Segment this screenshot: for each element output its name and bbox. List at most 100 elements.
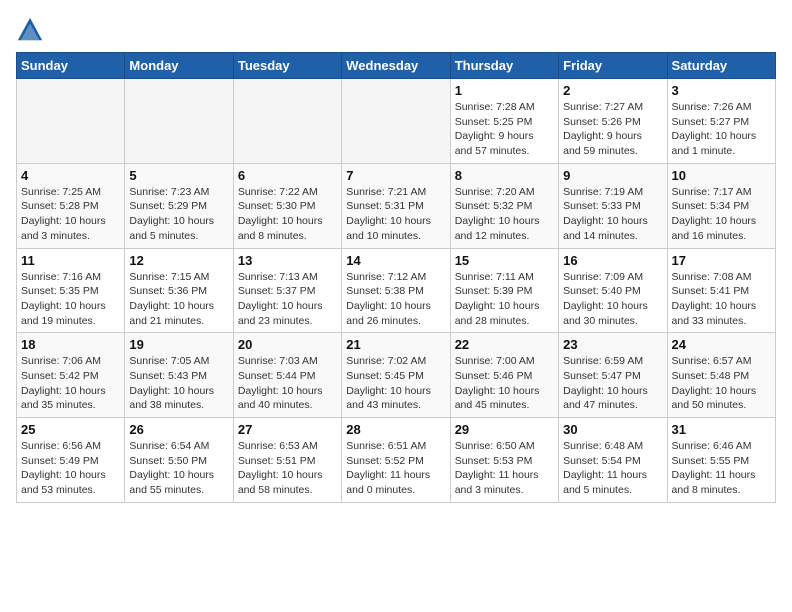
calendar-cell: 4 Sunrise: 7:25 AMSunset: 5:28 PMDaylight… [17, 163, 125, 248]
calendar-cell: 14 Sunrise: 7:12 AMSunset: 5:38 PMDayligh… [342, 248, 450, 333]
calendar-cell: 8Sunrise: 7:20 AMSunset: 5:32 PMDaylight… [450, 163, 558, 248]
day-number: 23 [563, 337, 662, 352]
calendar-cell: 20 Sunrise: 7:03 AMSunset: 5:44 PMDayligh… [233, 333, 341, 418]
calendar-cell: 1 Sunrise: 7:28 AMSunset: 5:25 PMDaylight… [450, 79, 558, 164]
day-info: Sunrise: 7:28 AMSunset: 5:25 PMDaylight:… [455, 100, 554, 159]
day-number: 16 [563, 253, 662, 268]
calendar-cell: 5 Sunrise: 7:23 AMSunset: 5:29 PMDaylight… [125, 163, 233, 248]
day-info: Sunrise: 7:15 AMSunset: 5:36 PMDaylight:… [129, 270, 228, 329]
day-info: Sunrise: 7:19 AMSunset: 5:33 PMDaylight:… [563, 185, 662, 244]
calendar-cell: 11 Sunrise: 7:16 AMSunset: 5:35 PMDayligh… [17, 248, 125, 333]
day-info: Sunrise: 6:48 AMSunset: 5:54 PMDaylight:… [563, 439, 662, 498]
day-info: Sunrise: 7:23 AMSunset: 5:29 PMDaylight:… [129, 185, 228, 244]
week-row: 11 Sunrise: 7:16 AMSunset: 5:35 PMDayligh… [17, 248, 776, 333]
calendar-cell [125, 79, 233, 164]
day-info: Sunrise: 6:54 AMSunset: 5:50 PMDaylight:… [129, 439, 228, 498]
calendar-cell: 29 Sunrise: 6:50 AMSunset: 5:53 PMDayligh… [450, 418, 558, 503]
day-info: Sunrise: 6:59 AMSunset: 5:47 PMDaylight:… [563, 354, 662, 413]
day-info: Sunrise: 7:00 AMSunset: 5:46 PMDaylight:… [455, 354, 554, 413]
day-number: 10 [672, 168, 771, 183]
calendar-cell: 18 Sunrise: 7:06 AMSunset: 5:42 PMDayligh… [17, 333, 125, 418]
day-number: 9 [563, 168, 662, 183]
calendar-cell: 15Sunrise: 7:11 AMSunset: 5:39 PMDayligh… [450, 248, 558, 333]
day-number: 25 [21, 422, 120, 437]
header [16, 16, 776, 44]
day-info: Sunrise: 7:26 AMSunset: 5:27 PMDaylight:… [672, 100, 771, 159]
day-info: Sunrise: 6:46 AMSunset: 5:55 PMDaylight:… [672, 439, 771, 498]
logo [16, 16, 48, 44]
day-info: Sunrise: 7:17 AMSunset: 5:34 PMDaylight:… [672, 185, 771, 244]
day-info: Sunrise: 6:50 AMSunset: 5:53 PMDaylight:… [455, 439, 554, 498]
calendar-cell: 24Sunrise: 6:57 AMSunset: 5:48 PMDayligh… [667, 333, 775, 418]
day-number: 13 [238, 253, 337, 268]
calendar-cell: 31 Sunrise: 6:46 AMSunset: 5:55 PMDayligh… [667, 418, 775, 503]
calendar-cell: 12 Sunrise: 7:15 AMSunset: 5:36 PMDayligh… [125, 248, 233, 333]
calendar-cell: 16 Sunrise: 7:09 AMSunset: 5:40 PMDayligh… [559, 248, 667, 333]
calendar-cell: 25 Sunrise: 6:56 AMSunset: 5:49 PMDayligh… [17, 418, 125, 503]
column-header-monday: Monday [125, 53, 233, 79]
calendar-cell [233, 79, 341, 164]
day-info: Sunrise: 7:06 AMSunset: 5:42 PMDaylight:… [21, 354, 120, 413]
day-number: 1 [455, 83, 554, 98]
day-number: 28 [346, 422, 445, 437]
day-number: 14 [346, 253, 445, 268]
day-info: Sunrise: 7:27 AMSunset: 5:26 PMDaylight:… [563, 100, 662, 159]
day-number: 12 [129, 253, 228, 268]
day-number: 18 [21, 337, 120, 352]
day-info: Sunrise: 7:16 AMSunset: 5:35 PMDaylight:… [21, 270, 120, 329]
column-header-thursday: Thursday [450, 53, 558, 79]
calendar-cell: 28 Sunrise: 6:51 AMSunset: 5:52 PMDayligh… [342, 418, 450, 503]
day-number: 29 [455, 422, 554, 437]
day-number: 21 [346, 337, 445, 352]
week-row: 25 Sunrise: 6:56 AMSunset: 5:49 PMDayligh… [17, 418, 776, 503]
day-info: Sunrise: 6:56 AMSunset: 5:49 PMDaylight:… [21, 439, 120, 498]
day-number: 4 [21, 168, 120, 183]
column-header-sunday: Sunday [17, 53, 125, 79]
day-number: 30 [563, 422, 662, 437]
calendar-cell: 27Sunrise: 6:53 AMSunset: 5:51 PMDayligh… [233, 418, 341, 503]
calendar-cell [17, 79, 125, 164]
day-info: Sunrise: 7:22 AMSunset: 5:30 PMDaylight:… [238, 185, 337, 244]
day-info: Sunrise: 7:03 AMSunset: 5:44 PMDaylight:… [238, 354, 337, 413]
day-number: 31 [672, 422, 771, 437]
column-header-saturday: Saturday [667, 53, 775, 79]
calendar-cell: 9 Sunrise: 7:19 AMSunset: 5:33 PMDaylight… [559, 163, 667, 248]
day-number: 5 [129, 168, 228, 183]
day-info: Sunrise: 7:02 AMSunset: 5:45 PMDaylight:… [346, 354, 445, 413]
calendar-cell: 26Sunrise: 6:54 AMSunset: 5:50 PMDayligh… [125, 418, 233, 503]
week-row: 1 Sunrise: 7:28 AMSunset: 5:25 PMDaylight… [17, 79, 776, 164]
calendar-cell: 10 Sunrise: 7:17 AMSunset: 5:34 PMDayligh… [667, 163, 775, 248]
day-info: Sunrise: 6:53 AMSunset: 5:51 PMDaylight:… [238, 439, 337, 498]
calendar-cell: 21 Sunrise: 7:02 AMSunset: 5:45 PMDayligh… [342, 333, 450, 418]
column-header-friday: Friday [559, 53, 667, 79]
calendar-cell: 7Sunrise: 7:21 AMSunset: 5:31 PMDaylight… [342, 163, 450, 248]
day-number: 22 [455, 337, 554, 352]
day-info: Sunrise: 7:05 AMSunset: 5:43 PMDaylight:… [129, 354, 228, 413]
calendar-cell: 22 Sunrise: 7:00 AMSunset: 5:46 PMDayligh… [450, 333, 558, 418]
day-number: 6 [238, 168, 337, 183]
day-info: Sunrise: 7:12 AMSunset: 5:38 PMDaylight:… [346, 270, 445, 329]
day-number: 19 [129, 337, 228, 352]
logo-icon [16, 16, 44, 44]
column-header-wednesday: Wednesday [342, 53, 450, 79]
day-number: 3 [672, 83, 771, 98]
week-row: 4 Sunrise: 7:25 AMSunset: 5:28 PMDaylight… [17, 163, 776, 248]
header-row: SundayMondayTuesdayWednesdayThursdayFrid… [17, 53, 776, 79]
day-info: Sunrise: 7:13 AMSunset: 5:37 PMDaylight:… [238, 270, 337, 329]
day-info: Sunrise: 7:21 AMSunset: 5:31 PMDaylight:… [346, 185, 445, 244]
day-number: 2 [563, 83, 662, 98]
week-row: 18 Sunrise: 7:06 AMSunset: 5:42 PMDayligh… [17, 333, 776, 418]
day-number: 24 [672, 337, 771, 352]
day-number: 20 [238, 337, 337, 352]
calendar-cell: 23 Sunrise: 6:59 AMSunset: 5:47 PMDayligh… [559, 333, 667, 418]
day-info: Sunrise: 7:20 AMSunset: 5:32 PMDaylight:… [455, 185, 554, 244]
calendar-cell: 19 Sunrise: 7:05 AMSunset: 5:43 PMDayligh… [125, 333, 233, 418]
day-info: Sunrise: 7:09 AMSunset: 5:40 PMDaylight:… [563, 270, 662, 329]
calendar-cell [342, 79, 450, 164]
calendar-table: SundayMondayTuesdayWednesdayThursdayFrid… [16, 52, 776, 503]
calendar-cell: 3 Sunrise: 7:26 AMSunset: 5:27 PMDaylight… [667, 79, 775, 164]
day-number: 11 [21, 253, 120, 268]
day-info: Sunrise: 7:11 AMSunset: 5:39 PMDaylight:… [455, 270, 554, 329]
day-info: Sunrise: 6:51 AMSunset: 5:52 PMDaylight:… [346, 439, 445, 498]
day-info: Sunrise: 7:25 AMSunset: 5:28 PMDaylight:… [21, 185, 120, 244]
